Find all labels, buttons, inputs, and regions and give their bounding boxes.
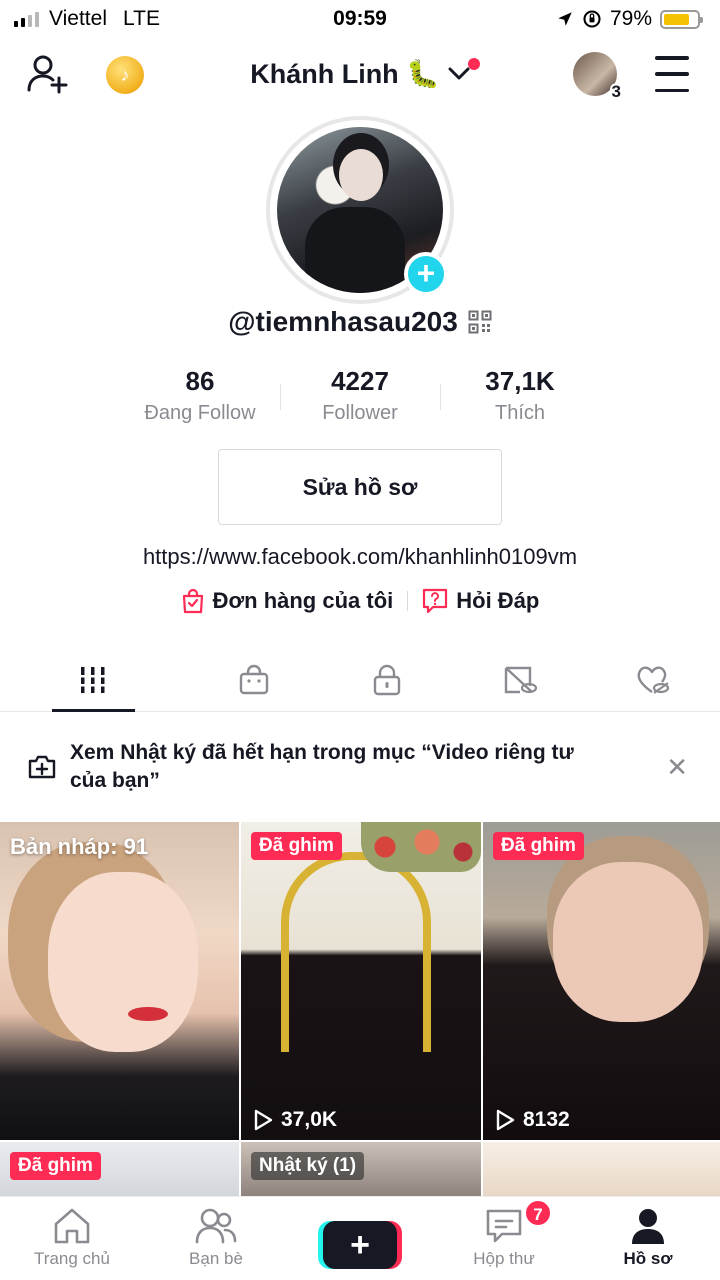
play-icon	[496, 1109, 515, 1131]
tab-liked[interactable]	[587, 648, 720, 711]
nav-home-label: Trang chủ	[34, 1249, 110, 1268]
location-icon	[558, 12, 572, 26]
story-count: 3	[609, 82, 623, 101]
status-bar: Viettel LTE 09:59 79%	[0, 0, 720, 38]
username: @tiemnhasau203	[228, 306, 458, 337]
video-thumbnail[interactable]: Đã ghim 37,0K	[241, 822, 481, 1140]
tab-private[interactable]	[320, 648, 453, 711]
inbox-icon	[486, 1209, 522, 1243]
nav-home[interactable]: Trang chủ	[0, 1197, 144, 1280]
qa-link[interactable]: Hỏi Đáp	[422, 588, 539, 614]
followers-stat[interactable]: 4227 Follower	[280, 364, 440, 434]
following-label: Đang Follow	[144, 402, 256, 424]
inbox-badge: 7	[524, 1199, 552, 1227]
shop-bag-icon	[239, 664, 268, 694]
hidden-heart-icon	[637, 666, 670, 694]
username-row: @tiemnhasau203	[0, 306, 720, 338]
nav-create[interactable]: +	[288, 1197, 432, 1280]
hidden-video-icon	[504, 666, 538, 693]
view-count-text: 37,0K	[281, 1108, 338, 1131]
qa-label: Hỏi Đáp	[456, 588, 540, 613]
likes-stat[interactable]: 37,1K Thích	[440, 364, 600, 434]
following-count: 86	[185, 366, 215, 396]
profile-icon	[632, 1209, 664, 1244]
signal-icon	[14, 11, 39, 27]
pinned-badge: Đã ghim	[493, 832, 584, 860]
tab-videos[interactable]	[0, 648, 187, 712]
nav-friends[interactable]: Bạn bè	[144, 1197, 288, 1280]
expired-diary-notice[interactable]: Xem Nhật ký đã hết hạn trong mục “Video …	[0, 712, 720, 822]
battery-icon	[660, 9, 703, 29]
content-tabs	[0, 648, 720, 712]
nav-inbox[interactable]: 7 Hộp thư	[432, 1197, 576, 1280]
battery-percent: 79%	[609, 7, 652, 30]
video-thumbnail[interactable]: Bản nháp: 91	[0, 822, 239, 1140]
story-avatar[interactable]: 3	[573, 52, 623, 100]
bio-link[interactable]: https://www.facebook.com/khanhlinh0109vm	[0, 544, 720, 570]
nav-profile[interactable]: Hồ sơ	[576, 1197, 720, 1280]
video-thumbnail[interactable]: Đã ghim	[0, 1142, 239, 1196]
grid-bars-icon	[79, 666, 108, 693]
nav-friends-label: Bạn bè	[189, 1249, 243, 1268]
camera-plus-icon	[28, 755, 56, 779]
tiktok-coin-icon[interactable]: ♪	[106, 56, 144, 94]
bottom-navigation: Trang chủ Bạn bè + 7 Hộp thư Hồ sơ	[0, 1196, 720, 1280]
profile-header: ♪ Khánh Linh 🐛 3	[0, 44, 720, 104]
video-thumbnail[interactable]: Nhật ký (1)	[241, 1142, 481, 1196]
notice-text: Xem Nhật ký đã hết hạn trong mục “Video …	[70, 741, 574, 792]
network-label: LTE	[123, 7, 160, 30]
add-avatar-plus-icon[interactable]: +	[404, 252, 448, 296]
quick-links: Đơn hàng của tôi Hỏi Đáp	[0, 588, 720, 614]
pinned-badge: Đã ghim	[251, 832, 342, 860]
notification-dot	[468, 58, 480, 70]
diary-badge: Nhật ký (1)	[251, 1152, 365, 1180]
view-count: 8132	[495, 1108, 570, 1132]
likes-label: Thích	[494, 402, 546, 424]
tab-hidden[interactable]	[454, 648, 587, 711]
edit-profile-button[interactable]: Sửa hồ sơ	[218, 449, 502, 525]
profile-stats: 86 Đang Follow 4227 Follower 37,1K Thích	[120, 364, 600, 434]
view-count: 37,0K	[253, 1108, 337, 1132]
nav-profile-label: Hồ sơ	[623, 1249, 673, 1268]
view-count-text: 8132	[523, 1108, 570, 1131]
play-icon	[254, 1109, 273, 1131]
tab-shop[interactable]	[187, 648, 320, 711]
rotation-lock-icon	[583, 10, 601, 28]
account-switcher[interactable]: Khánh Linh 🐛	[230, 54, 490, 94]
quick-links-divider	[407, 591, 409, 611]
hamburger-menu-icon[interactable]	[650, 56, 694, 92]
lock-icon	[373, 664, 401, 695]
qr-code-icon[interactable]	[468, 310, 492, 334]
person-plus-icon	[27, 55, 68, 94]
my-orders-label: Đơn hàng của tôi	[212, 588, 394, 613]
account-name: Khánh Linh 🐛	[250, 59, 440, 89]
following-stat[interactable]: 86 Đang Follow	[120, 364, 280, 434]
likes-count: 37,1K	[485, 366, 555, 396]
shopping-bag-icon	[182, 588, 203, 614]
create-plus-icon: +	[323, 1221, 397, 1269]
my-orders-link[interactable]: Đơn hàng của tôi	[181, 588, 394, 614]
add-friend-button[interactable]	[24, 52, 72, 96]
chevron-down-icon	[448, 67, 470, 80]
carrier-label: Viettel	[49, 7, 107, 30]
video-grid: Bản nháp: 91 Đã ghim 37,0K Đã ghim 8132 …	[0, 822, 720, 1196]
home-icon	[54, 1208, 90, 1244]
video-thumbnail[interactable]: Đã ghim 8132	[483, 822, 720, 1140]
close-icon[interactable]: ✕	[666, 752, 688, 783]
draft-label: Bản nháp: 91	[10, 834, 149, 859]
question-message-icon	[423, 588, 448, 614]
followers-count: 4227	[331, 366, 389, 396]
pinned-badge: Đã ghim	[10, 1152, 101, 1180]
followers-label: Follower	[322, 402, 398, 424]
friends-icon	[195, 1208, 237, 1244]
nav-inbox-label: Hộp thư	[473, 1249, 535, 1268]
video-thumbnail[interactable]	[483, 1142, 720, 1196]
